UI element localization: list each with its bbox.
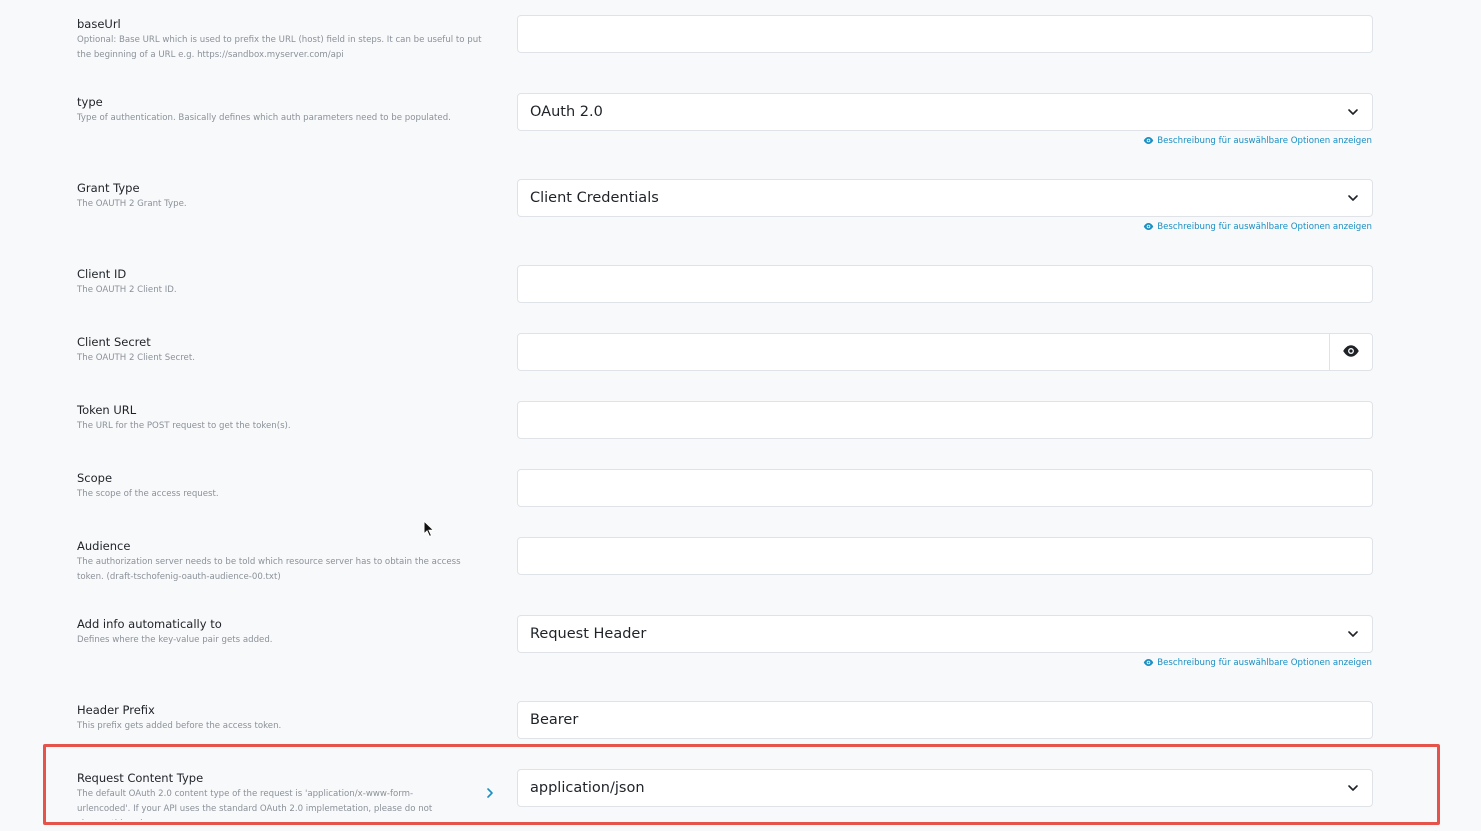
hint-text: Beschreibung für auswählbare Optionen an… — [1157, 136, 1372, 146]
field-header-prefix-labels: Header Prefix This prefix gets added bef… — [77, 702, 487, 734]
field-description: The authorization server needs to be tol… — [77, 557, 461, 582]
baseurl-input[interactable] — [517, 15, 1373, 53]
add-info-selected-value: Request Header — [530, 626, 647, 642]
field-description: The OAUTH 2 Client Secret. — [77, 353, 195, 363]
field-description: Defines where the key-value pair gets ad… — [77, 635, 273, 645]
grant-type-options-hint-link[interactable]: Beschreibung für auswählbare Optionen an… — [1143, 221, 1372, 233]
field-label: Scope — [77, 471, 113, 485]
hint-text: Beschreibung für auswählbare Optionen an… — [1157, 658, 1372, 668]
header-prefix-input[interactable]: Bearer — [517, 701, 1373, 739]
client-id-input[interactable] — [517, 265, 1373, 303]
field-description: The OAUTH 2 Grant Type. — [77, 199, 187, 209]
field-label: Client ID — [77, 267, 127, 281]
scope-input[interactable] — [517, 469, 1373, 507]
field-description: Optional: Base URL which is used to pref… — [77, 35, 482, 60]
field-label: Audience — [77, 539, 131, 553]
field-scope-labels: Scope The scope of the access request. — [77, 470, 487, 502]
settings-form: baseUrl Optional: Base URL which is used… — [0, 0, 1481, 831]
field-add-info-labels: Add info automatically to Defines where … — [77, 616, 487, 648]
field-grant-type-labels: Grant Type The OAUTH 2 Grant Type. — [77, 180, 487, 212]
field-label: baseUrl — [77, 17, 121, 31]
chevron-down-icon — [1348, 109, 1358, 115]
token-url-input[interactable] — [517, 401, 1373, 439]
field-description: The scope of the access request. — [77, 489, 219, 499]
eye-icon — [1143, 137, 1154, 144]
add-info-options-hint-link[interactable]: Beschreibung für auswählbare Optionen an… — [1143, 657, 1372, 669]
type-select[interactable]: OAuth 2.0 — [517, 93, 1373, 131]
field-request-content-type-labels: Request Content Type The default OAuth 2… — [77, 770, 487, 820]
field-baseurl-labels: baseUrl Optional: Base URL which is used… — [77, 16, 487, 63]
mouse-cursor-icon — [423, 520, 435, 538]
chevron-down-icon — [1348, 785, 1358, 791]
field-label: Header Prefix — [77, 703, 155, 717]
request-content-type-select[interactable]: application/json — [517, 769, 1373, 807]
field-description: Type of authentication. Basically define… — [77, 113, 451, 123]
field-audience-labels: Audience The authorization server needs … — [77, 538, 487, 585]
header-prefix-value: Bearer — [530, 712, 579, 728]
eye-icon — [1143, 659, 1154, 666]
type-selected-value: OAuth 2.0 — [530, 104, 603, 120]
request-content-type-selected-value: application/json — [530, 780, 645, 796]
field-type-labels: type Type of authentication. Basically d… — [77, 94, 487, 126]
field-client-secret-labels: Client Secret The OAUTH 2 Client Secret. — [77, 334, 487, 366]
field-label: Request Content Type — [77, 771, 204, 785]
audience-input[interactable] — [517, 537, 1373, 575]
field-label: Grant Type — [77, 181, 140, 195]
chevron-right-icon[interactable] — [485, 787, 495, 799]
field-label: type — [77, 95, 103, 109]
field-description: The default OAuth 2.0 content type of th… — [77, 789, 433, 820]
grant-type-selected-value: Client Credentials — [530, 190, 659, 206]
grant-type-select[interactable]: Client Credentials — [517, 179, 1373, 217]
chevron-down-icon — [1348, 631, 1358, 637]
field-description: The OAUTH 2 Client ID. — [77, 285, 177, 295]
field-client-id-labels: Client ID The OAUTH 2 Client ID. — [77, 266, 487, 298]
client-secret-input[interactable] — [517, 333, 1373, 371]
chevron-down-icon — [1348, 195, 1358, 201]
add-info-select[interactable]: Request Header — [517, 615, 1373, 653]
field-label: Token URL — [77, 403, 137, 417]
field-label: Add info automatically to — [77, 617, 222, 631]
field-label: Client Secret — [77, 335, 151, 349]
field-description: This prefix gets added before the access… — [77, 721, 282, 731]
field-token-url-labels: Token URL The URL for the POST request t… — [77, 402, 487, 434]
eye-icon — [1143, 223, 1154, 230]
type-options-hint-link[interactable]: Beschreibung für auswählbare Optionen an… — [1143, 135, 1372, 147]
hint-text: Beschreibung für auswählbare Optionen an… — [1157, 222, 1372, 232]
toggle-secret-visibility-button[interactable] — [1329, 334, 1372, 370]
eye-icon — [1343, 345, 1359, 357]
field-description: The URL for the POST request to get the … — [77, 421, 291, 431]
